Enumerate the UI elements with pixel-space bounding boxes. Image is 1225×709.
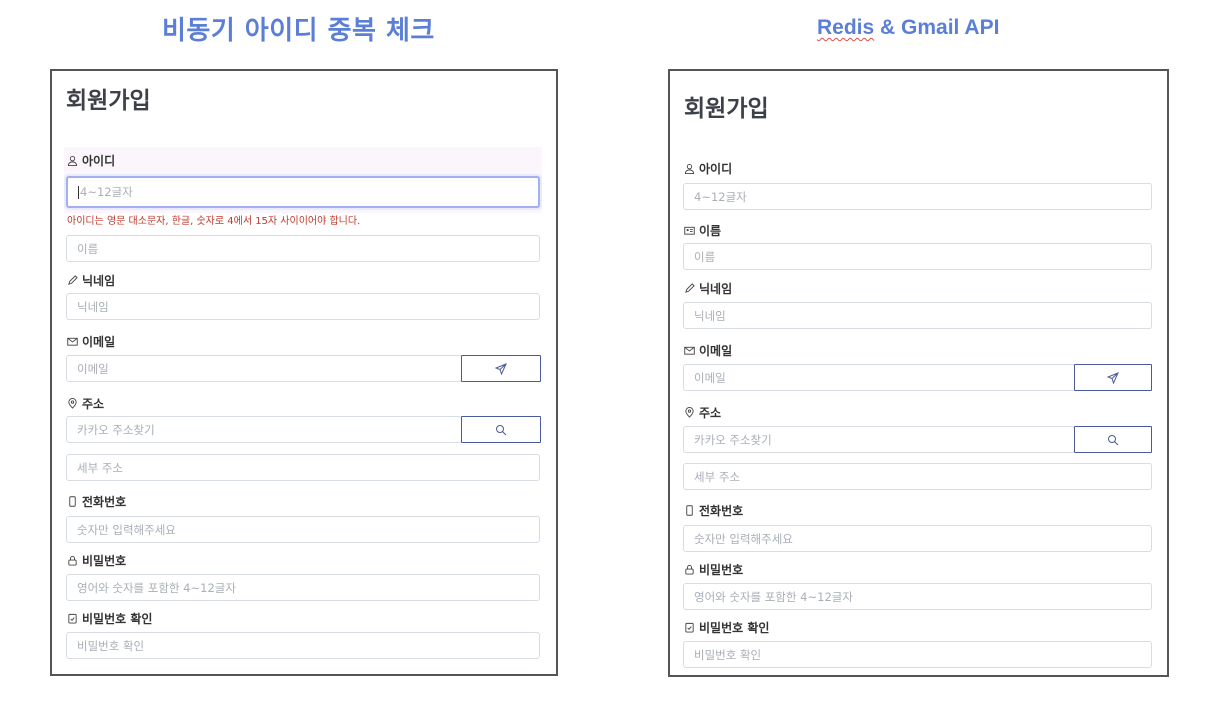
- page-title: 회원가입: [684, 96, 769, 122]
- id-label: 아이디: [67, 152, 115, 169]
- right-heading-redis: Redis: [817, 16, 875, 39]
- left-heading: 비동기 아이디 중복 체크: [162, 16, 435, 46]
- email-label: 이메일: [67, 333, 115, 350]
- text-caret: [78, 185, 79, 199]
- nickname-input[interactable]: 닉네임: [66, 293, 540, 320]
- address-detail-input[interactable]: 세부 주소: [683, 463, 1152, 490]
- address-label: 주소: [67, 395, 104, 412]
- password-confirm-input[interactable]: 비밀번호 확인: [66, 632, 540, 659]
- password-label-text: 비밀번호: [82, 554, 127, 568]
- user-icon: [684, 164, 695, 174]
- password-confirm-label-text: 비밀번호 확인: [82, 612, 153, 626]
- password-input[interactable]: 영어와 숫자를 포함한 4~12글자: [683, 583, 1152, 610]
- phone-label-text: 전화번호: [82, 495, 127, 509]
- phone-input[interactable]: 숫자만 입력해주세요: [683, 525, 1152, 552]
- address-input[interactable]: 카카오 주소찾기: [66, 416, 462, 443]
- map-pin-icon: [685, 407, 694, 418]
- phone-label-text: 전화번호: [699, 504, 744, 518]
- password-confirm-label: 비밀번호 확인: [684, 619, 769, 636]
- send-icon: [495, 362, 507, 375]
- password-label: 비밀번호: [67, 552, 126, 569]
- envelope-icon: [684, 346, 695, 355]
- email-label-text: 이메일: [699, 344, 733, 358]
- page-title: 회원가입: [66, 88, 151, 114]
- id-error-message: 아이디는 영문 대소문자, 한글, 숫자로 4에서 15자 사이이어야 합니다.: [67, 216, 361, 227]
- map-pin-icon: [68, 398, 77, 409]
- clipboard-check-icon: [68, 613, 77, 624]
- signup-form-right: 회원가입 아이디 4~12글자 이름 이름 닉네임 닉네임 이메일 이메일 주소…: [668, 69, 1169, 677]
- nickname-input[interactable]: 닉네임: [683, 302, 1152, 329]
- id-label: 아이디: [684, 160, 732, 177]
- right-heading-rest: & Gmail API: [874, 16, 1000, 39]
- address-input[interactable]: 카카오 주소찾기: [683, 426, 1075, 453]
- lock-icon: [68, 556, 77, 566]
- name-input[interactable]: 이름: [683, 243, 1152, 270]
- id-input[interactable]: 4~12글자: [683, 183, 1152, 210]
- email-input[interactable]: 이메일: [66, 355, 462, 382]
- address-detail-input[interactable]: 세부 주소: [66, 454, 540, 481]
- user-icon: [67, 156, 78, 166]
- envelope-icon: [67, 337, 78, 346]
- id-input-placeholder: 4~12글자: [80, 185, 133, 199]
- password-confirm-input[interactable]: 비밀번호 확인: [683, 641, 1152, 668]
- search-address-button[interactable]: [461, 416, 541, 443]
- phone-label: 전화번호: [684, 502, 743, 519]
- send-email-button[interactable]: [1074, 364, 1152, 391]
- name-label: 이름: [684, 222, 721, 239]
- search-icon: [1108, 434, 1119, 445]
- password-confirm-label-text: 비밀번호 확인: [699, 621, 770, 635]
- address-label-text: 주소: [82, 397, 105, 411]
- name-label-text: 이름: [699, 224, 722, 238]
- send-email-button[interactable]: [461, 355, 541, 382]
- lock-icon: [685, 565, 694, 575]
- search-icon: [496, 424, 507, 435]
- id-label-text: 아이디: [699, 162, 733, 176]
- phone-icon: [69, 496, 76, 507]
- password-label-text: 비밀번호: [699, 563, 744, 577]
- phone-icon: [686, 505, 693, 516]
- send-icon: [1107, 371, 1119, 384]
- id-card-icon: [684, 226, 695, 235]
- id-label-text: 아이디: [82, 154, 116, 168]
- pen-icon: [68, 275, 78, 285]
- id-input[interactable]: 4~12글자: [66, 176, 540, 208]
- nickname-label-text: 닉네임: [82, 274, 116, 288]
- address-label: 주소: [684, 404, 721, 421]
- nickname-label-text: 닉네임: [699, 282, 733, 296]
- password-confirm-label: 비밀번호 확인: [67, 610, 152, 627]
- email-label: 이메일: [684, 342, 732, 359]
- email-input[interactable]: 이메일: [683, 364, 1075, 391]
- password-input[interactable]: 영어와 숫자를 포함한 4~12글자: [66, 574, 540, 601]
- signup-form-left: 회원가입 아이디 4~12글자 아이디는 영문 대소문자, 한글, 숫자로 4에…: [50, 69, 558, 676]
- name-input[interactable]: 이름: [66, 235, 540, 262]
- email-label-text: 이메일: [82, 335, 116, 349]
- pen-icon: [685, 283, 695, 293]
- phone-label: 전화번호: [67, 493, 126, 510]
- nickname-label: 닉네임: [684, 280, 732, 297]
- address-label-text: 주소: [699, 406, 722, 420]
- right-heading: Redis & Gmail API: [817, 16, 999, 40]
- password-label: 비밀번호: [684, 561, 743, 578]
- nickname-label: 닉네임: [67, 272, 115, 289]
- phone-input[interactable]: 숫자만 입력해주세요: [66, 516, 540, 543]
- search-address-button[interactable]: [1074, 426, 1152, 453]
- clipboard-check-icon: [685, 622, 694, 633]
